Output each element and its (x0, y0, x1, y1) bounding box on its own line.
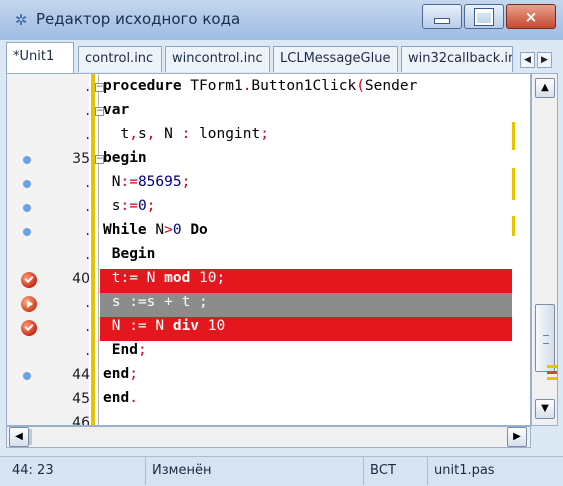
line-number: 44 (72, 367, 90, 383)
maximize-button[interactable] (464, 4, 504, 29)
cursor-position: 44: 23 (0, 457, 146, 485)
close-icon: × (524, 7, 538, 26)
line-number: . (85, 223, 90, 239)
breakpoint-icon[interactable] (21, 320, 37, 336)
code-text: Begin (111, 246, 156, 262)
tab-scroll-right-icon[interactable]: ▶ (537, 52, 552, 68)
vertical-scrollbar[interactable]: ▲ ▼ (531, 73, 558, 426)
change-marks (512, 74, 516, 425)
line-number: . (85, 343, 90, 359)
tab-lclmessageglue[interactable]: LCLMessageGlue (273, 46, 398, 72)
execution-point-icon[interactable] (21, 296, 37, 312)
maximize-icon (474, 7, 494, 26)
tab-wincontrol-inc[interactable]: wincontrol.inc (165, 46, 270, 72)
code-line[interactable]: 35− begin (7, 149, 530, 173)
code-line[interactable]: . Begin (7, 245, 530, 269)
title-bar[interactable]: ✲ Редактор исходного кода × (0, 0, 563, 40)
scroll-up-icon[interactable]: ▲ (535, 78, 555, 98)
scroll-change-mark (547, 377, 557, 380)
scroll-right-icon[interactable]: ▶ (507, 427, 527, 447)
code-text: begin (103, 150, 147, 166)
code-text: N:=85695; (103, 174, 191, 190)
code-text: t:= N mod 10; (103, 270, 226, 286)
line-number: . (85, 247, 90, 263)
modified-status: Изменён (146, 457, 364, 485)
code-text: End; (111, 342, 147, 358)
executable-line-dot-icon[interactable] (23, 180, 31, 188)
code-line[interactable]: 44 end; (7, 365, 530, 389)
tab-bar: *Unit1 control.inc wincontrol.inc LCLMes… (0, 40, 563, 73)
line-number: . (85, 199, 90, 215)
code-text: end. (103, 390, 138, 406)
scroll-breakpoint-mark (547, 371, 557, 374)
code-text: var (103, 102, 130, 118)
scroll-left-icon[interactable]: ◀ (9, 427, 29, 447)
code-text: procedure TForm1.Button1Click(Sender (103, 78, 418, 94)
code-text: While N>0 Do (103, 222, 208, 238)
source-editor-window: ✲ Редактор исходного кода × *Unit1 contr… (0, 0, 563, 486)
code-text: t,s, N : longint; (103, 126, 269, 142)
line-number: . (85, 175, 90, 191)
scroll-down-icon[interactable]: ▼ (535, 399, 555, 419)
scroll-thumb[interactable] (535, 304, 555, 372)
line-number: 40 (72, 271, 90, 287)
insert-mode: ВСТ (364, 457, 428, 485)
line-number: . (85, 295, 90, 311)
line-number: 35 (72, 151, 90, 167)
code-line[interactable]: . While N>0 Do (7, 221, 530, 245)
line-number: . (85, 319, 90, 335)
executable-line-dot-icon[interactable] (23, 228, 31, 236)
code-line[interactable]: 40 t:= N mod 10; (7, 269, 530, 293)
scroll-change-mark (547, 365, 557, 368)
executable-line-dot-icon[interactable] (23, 204, 31, 212)
close-button[interactable]: × (506, 4, 556, 29)
line-number: . (85, 103, 90, 119)
executable-line-dot-icon[interactable] (23, 156, 31, 164)
tab-scroll-left-icon[interactable]: ◀ (520, 52, 535, 68)
minimize-button[interactable] (422, 4, 462, 29)
code-line[interactable]: . t,s, N : longint; (7, 125, 530, 149)
code-line[interactable]: 45 end. (7, 389, 530, 413)
tab-control-inc[interactable]: control.inc (78, 46, 162, 72)
code-editor[interactable]: . − procedure TForm1.Button1Click(Sender. −… (6, 73, 531, 426)
horizontal-scroll-thumb[interactable] (29, 429, 32, 445)
code-line[interactable]: . N := N div 10 (7, 317, 530, 341)
file-name: unit1.pas (434, 463, 495, 478)
code-line[interactable]: . s:=0; (7, 197, 530, 221)
code-line[interactable]: . N:=85695; (7, 173, 530, 197)
window-title: Редактор исходного кода (36, 10, 241, 28)
code-text: end; (103, 366, 138, 382)
horizontal-scrollbar[interactable]: ◀ ▶ (6, 426, 531, 448)
line-number: . (85, 79, 90, 95)
gear-icon: ✲ (14, 11, 28, 29)
line-number: 45 (72, 391, 90, 407)
tab-win32callback[interactable]: win32callback.ir (401, 46, 513, 72)
line-number: 46 (72, 415, 90, 426)
line-number: . (85, 127, 90, 143)
code-line[interactable]: . s :=s + t ; (7, 293, 530, 317)
code-text: N := N div 10 (103, 318, 226, 334)
minimize-icon (434, 17, 450, 24)
code-line[interactable]: . − var (7, 101, 530, 125)
code-line[interactable]: . − procedure TForm1.Button1Click(Sender (7, 77, 530, 101)
code-text: s:=0; (103, 198, 156, 214)
code-text: s :=s + t ; (103, 294, 208, 310)
code-line[interactable]: . End; (7, 341, 530, 365)
tab-unit1[interactable]: *Unit1 (6, 42, 74, 73)
breakpoint-icon[interactable] (21, 272, 37, 288)
executable-line-dot-icon[interactable] (23, 372, 31, 380)
status-bar: 44: 23 Изменён ВСТ unit1.pas (0, 456, 563, 486)
code-line[interactable]: 46 (7, 413, 530, 426)
